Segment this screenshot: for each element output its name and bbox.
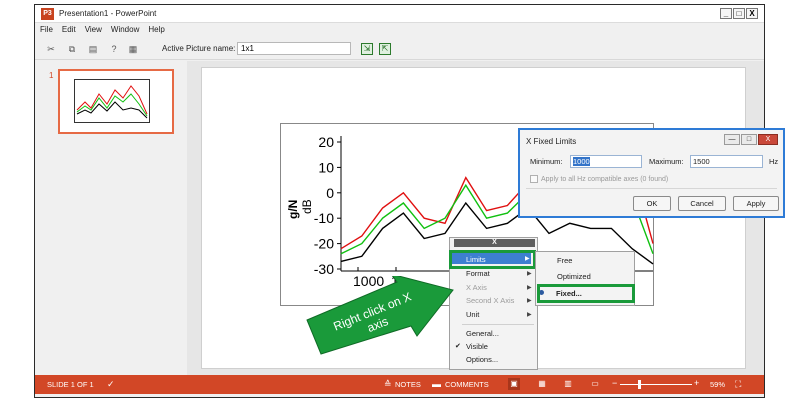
window-title: Presentation1 - PowerPoint xyxy=(59,9,157,18)
notes-button[interactable]: NOTES xyxy=(395,380,421,389)
apply-button[interactable]: Apply xyxy=(733,196,779,211)
menu-item-options[interactable]: Options... xyxy=(466,355,498,364)
zoom-level[interactable]: 59% xyxy=(710,380,725,389)
copy-icon[interactable]: ⧉ xyxy=(66,43,78,55)
slide-number: 1 xyxy=(49,71,54,80)
menu-file[interactable]: File xyxy=(35,24,57,34)
menu-item-x-axis: X Axis xyxy=(466,283,487,292)
menu-window[interactable]: Window xyxy=(106,24,143,34)
import-icon[interactable]: ⇲ xyxy=(361,43,373,55)
apply-compatible-checkbox: Apply to all Hz compatible axes (0 found… xyxy=(530,175,668,183)
y-tick-label: -30 xyxy=(314,261,334,277)
slide-thumbnails-pane: 1 xyxy=(35,61,185,379)
maximum-input[interactable]: 1500 xyxy=(690,155,763,168)
window-controls: _ □ X xyxy=(719,8,758,19)
menu-item-visible[interactable]: Visible xyxy=(466,342,488,351)
y-tick-label: -20 xyxy=(314,236,334,252)
y-axis-label-unit: g/N xyxy=(286,200,300,219)
help-icon[interactable]: ? xyxy=(108,43,120,55)
dialog-maximize-button[interactable]: □ xyxy=(741,134,757,145)
reading-view-icon[interactable]: ▥ xyxy=(562,378,574,390)
fit-slide-icon[interactable]: ⛶ xyxy=(735,379,741,390)
slide-thumbnail[interactable] xyxy=(58,69,174,134)
menu-item-second-x-axis: Second X Axis xyxy=(466,296,515,305)
comments-icon[interactable]: ▬ xyxy=(432,379,441,389)
close-button[interactable]: X xyxy=(746,8,758,19)
context-menu-header: X xyxy=(454,239,535,247)
menu-view[interactable]: View xyxy=(80,24,106,34)
minimize-button[interactable]: _ xyxy=(720,8,732,19)
status-bar: SLIDE 1 OF 1 ✓ ≙ NOTES ▬ COMMENTS ▣ ▦ ▥ … xyxy=(35,375,764,394)
dialog-minimize-button[interactable]: — xyxy=(724,134,740,145)
paste-icon[interactable]: ▤ xyxy=(87,43,99,55)
dialog-title: X Fixed Limits xyxy=(526,137,577,146)
menu-bar: File Edit View Window Help xyxy=(35,24,764,38)
y-tick-label: -10 xyxy=(314,210,334,226)
ok-button[interactable]: OK xyxy=(633,196,671,211)
minimum-input[interactable]: 1000 xyxy=(570,155,642,168)
menu-item-format[interactable]: Format xyxy=(466,269,490,278)
cancel-button[interactable]: Cancel xyxy=(678,196,726,211)
comments-button[interactable]: COMMENTS xyxy=(445,380,489,389)
dialog-window-controls: — □ X xyxy=(723,134,778,145)
y-tick-label: 20 xyxy=(318,134,334,150)
thumbnail-chart xyxy=(74,79,150,123)
zoom-slider-track[interactable] xyxy=(620,384,692,385)
fixed-highlight-box xyxy=(537,284,635,303)
y-axis-label-db: dB xyxy=(300,199,314,214)
dialog-separator xyxy=(526,188,777,189)
title-bar: P3 Presentation1 - PowerPoint _ □ X xyxy=(35,5,764,23)
active-picture-input[interactable] xyxy=(237,42,351,55)
slideshow-icon[interactable]: ▭ xyxy=(589,378,601,390)
properties-icon[interactable]: ▦ xyxy=(127,43,139,55)
maximum-label: Maximum: xyxy=(649,157,684,166)
zoom-in-icon[interactable]: + xyxy=(694,378,699,388)
slide-sorter-icon[interactable]: ▦ xyxy=(536,378,548,390)
x-fixed-limits-dialog: X Fixed Limits — □ X Minimum: 1000 Maximum… xyxy=(518,128,785,218)
spell-check-icon[interactable]: ✓ xyxy=(107,379,115,390)
cut-icon[interactable]: ✂ xyxy=(45,43,57,55)
normal-view-icon[interactable]: ▣ xyxy=(508,378,520,390)
menu-edit[interactable]: Edit xyxy=(57,24,80,34)
active-picture-label: Active Picture name: xyxy=(162,44,236,53)
y-tick-label: 0 xyxy=(326,185,334,201)
submenu-arrow-icon: ▶ xyxy=(527,312,532,318)
menu-item-general[interactable]: General... xyxy=(466,329,499,338)
submenu-item-free[interactable]: Free xyxy=(557,256,572,265)
y-tick-label: 10 xyxy=(318,159,334,175)
powerpoint-icon: P3 xyxy=(41,8,54,20)
zoom-out-icon[interactable]: − xyxy=(612,378,617,388)
submenu-arrow-icon: ▶ xyxy=(527,298,532,304)
dialog-close-button[interactable]: X xyxy=(758,134,778,145)
submenu-arrow-icon: ▶ xyxy=(527,285,532,291)
menu-item-unit[interactable]: Unit xyxy=(466,310,479,319)
menu-separator xyxy=(462,324,534,325)
notes-icon[interactable]: ≙ xyxy=(384,379,392,390)
unit-label: Hz xyxy=(769,157,779,166)
zoom-slider-thumb[interactable] xyxy=(638,380,641,389)
limits-highlight-box xyxy=(449,250,536,269)
submenu-item-optimized[interactable]: Optimized xyxy=(557,272,591,281)
slide-indicator: SLIDE 1 OF 1 xyxy=(47,380,94,389)
submenu-arrow-icon: ▶ xyxy=(527,271,532,277)
minimum-label: Minimum: xyxy=(530,157,563,166)
maximize-button[interactable]: □ xyxy=(733,8,745,19)
toolbar: ✂ ⧉ ▤ ? ▦ Active Picture name: ⇲ ⇱ xyxy=(35,38,764,60)
menu-help[interactable]: Help xyxy=(143,24,168,34)
export-icon[interactable]: ⇱ xyxy=(379,43,391,55)
thumbnail-chart-lines xyxy=(76,85,148,119)
